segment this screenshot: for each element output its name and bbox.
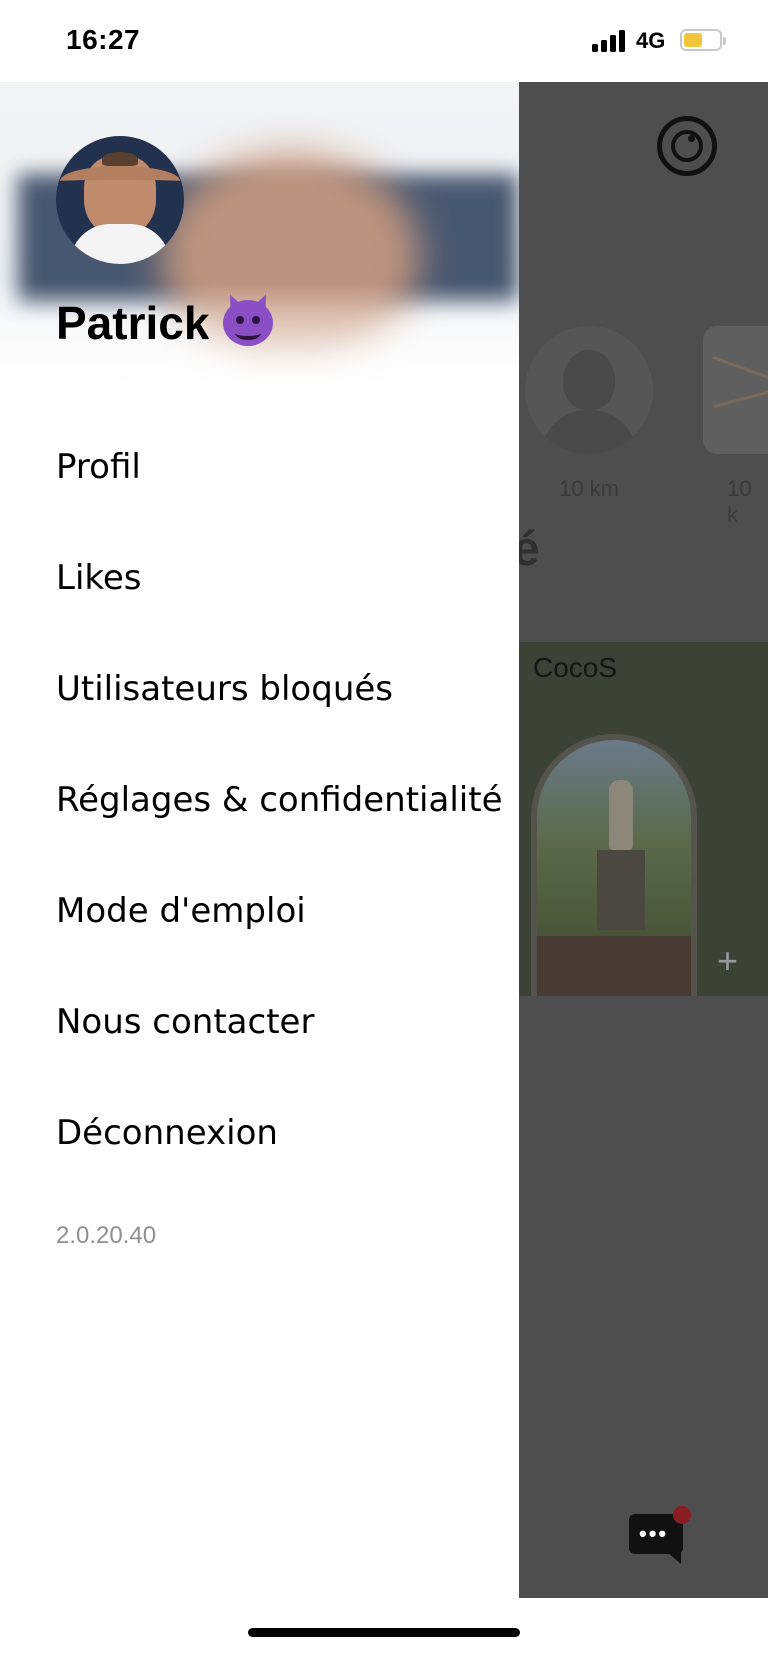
battery-icon: [680, 29, 726, 51]
distance-label: 10 k: [727, 476, 752, 527]
status-bar: 16:27 4G: [0, 0, 768, 82]
menu-item-blocked-users[interactable]: Utilisateurs bloqués: [0, 634, 519, 745]
card-photo: [531, 734, 697, 996]
section-heading-fragment: é: [519, 523, 540, 576]
home-indicator[interactable]: [248, 1628, 520, 1637]
distance-label: 10 km: [559, 476, 619, 501]
chat-button[interactable]: •••: [629, 1506, 691, 1564]
feed-card[interactable]: CocoS +: [519, 642, 768, 996]
background-app-overlay[interactable]: 10 km 10 k é CocoS + •••: [519, 82, 768, 1598]
status-time: 16:27: [66, 24, 141, 55]
menu-item-user-guide[interactable]: Mode d'emploi: [0, 856, 519, 967]
plus-icon[interactable]: +: [717, 940, 738, 982]
profile-avatar[interactable]: [56, 136, 184, 264]
smiling-devil-icon: [223, 292, 274, 346]
notification-badge: [673, 1506, 691, 1524]
card-username: CocoS: [533, 652, 618, 683]
drawer-menu: Profil Likes Utilisateurs bloqués Réglag…: [0, 412, 519, 1189]
menu-item-settings-privacy[interactable]: Réglages & confidentialité: [0, 745, 519, 856]
drawer-header: Patrick: [0, 82, 519, 412]
menu-item-likes[interactable]: Likes: [0, 523, 519, 634]
app-version: 2.0.20.40: [56, 1222, 157, 1249]
side-drawer: Patrick Profil Likes Utilisateurs bloqué…: [0, 82, 519, 1662]
profile-name-text: Patrick: [56, 297, 210, 349]
menu-item-profil[interactable]: Profil: [0, 412, 519, 523]
signal-icon: [592, 30, 628, 52]
profile-name: Patrick: [56, 292, 274, 350]
nearby-user-avatar[interactable]: [525, 326, 653, 454]
nearby-user-map-thumbnail[interactable]: [703, 326, 768, 454]
camera-icon[interactable]: [657, 116, 717, 176]
menu-item-logout[interactable]: Déconnexion: [0, 1078, 519, 1189]
menu-item-contact-us[interactable]: Nous contacter: [0, 967, 519, 1078]
network-label: 4G: [636, 28, 666, 53]
